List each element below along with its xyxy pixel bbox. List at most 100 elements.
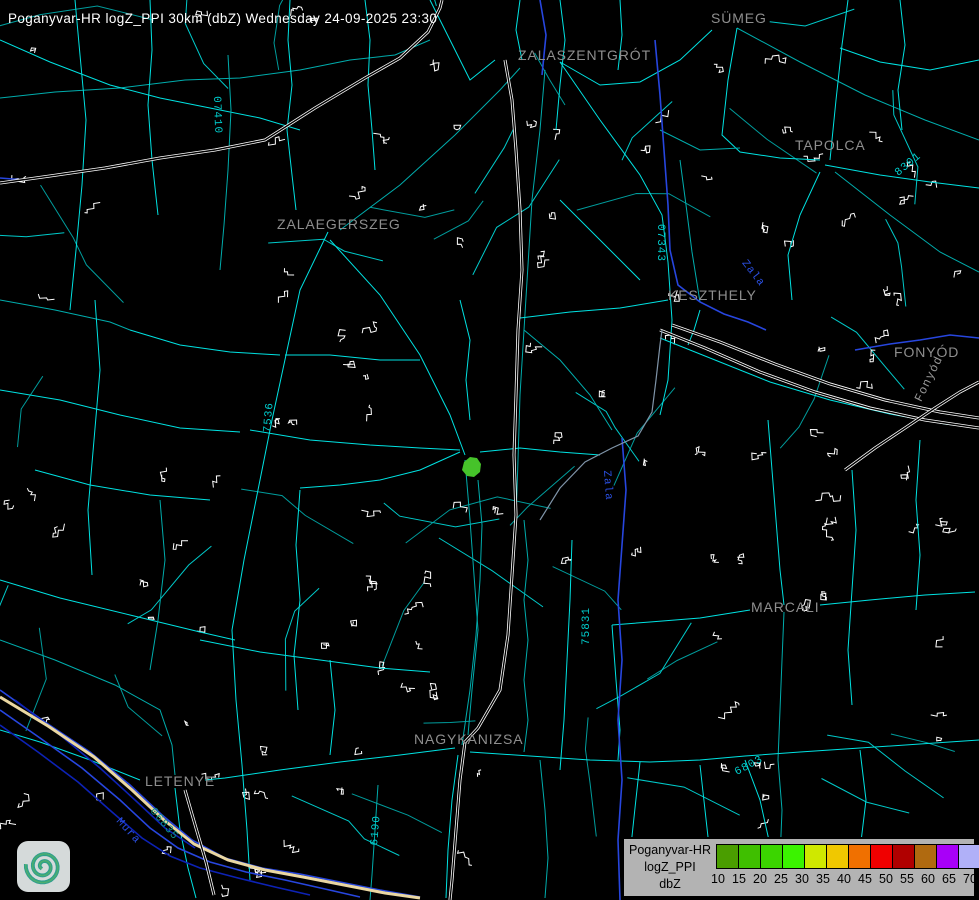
map-line: [27, 488, 35, 501]
map-line: [367, 405, 372, 422]
map-line: [150, 500, 165, 670]
map-line: [269, 137, 286, 145]
map-line: [148, 0, 158, 215]
map-line: [70, 0, 86, 310]
map-line: [454, 125, 461, 130]
map-line: [361, 510, 380, 516]
map-line: [936, 636, 943, 647]
map-line: [284, 840, 299, 853]
map-line: [714, 64, 723, 72]
radar-title: Poganyvar-HR logZ_PPI 30km (dbZ) Wednesd…: [8, 11, 437, 26]
map-line: [524, 520, 528, 752]
map-line: [554, 433, 562, 444]
map-line: [254, 791, 268, 799]
map-line: [641, 146, 650, 153]
legend-panel: Poganyvar-HR logZ_PPI dbZ 10152025303540…: [622, 837, 976, 898]
map-line: [465, 460, 478, 735]
city-label: LETENYE: [145, 773, 215, 789]
map-line: [524, 330, 612, 430]
map-line: [835, 172, 979, 272]
map-line: [680, 160, 700, 302]
legend-tick-label: 45: [858, 872, 872, 886]
map-line: [884, 286, 891, 295]
map-line: [0, 40, 300, 130]
map-line: [173, 541, 188, 550]
map-line: [737, 28, 979, 140]
map-line: [222, 885, 229, 897]
map-line: [931, 713, 947, 717]
legend-unit-label: dbZ: [659, 876, 681, 893]
map-line: [688, 310, 700, 345]
city-label: KESZTHELY: [668, 287, 757, 303]
map-line: [470, 740, 979, 762]
map-line: [632, 547, 641, 556]
map-line: [840, 48, 979, 70]
map-line: [526, 343, 542, 353]
map-line: [0, 820, 16, 829]
map-line: [130, 330, 280, 355]
map-line: [612, 610, 750, 625]
map-line: [848, 470, 856, 705]
map-line: [480, 448, 600, 455]
map-line: [351, 620, 357, 626]
map-line: [711, 555, 719, 563]
map-line: [41, 185, 124, 303]
map-line: [460, 300, 470, 420]
map-line: [289, 420, 297, 425]
legend-color-swatch: [738, 844, 761, 869]
map-line: [954, 271, 961, 278]
map-line: [430, 0, 495, 80]
map-line: [935, 518, 947, 526]
map-line: [647, 642, 717, 679]
map-line: [140, 580, 148, 587]
legend-color-swatch: [870, 844, 893, 869]
map-line: [585, 717, 596, 836]
map-line: [434, 201, 483, 239]
map-line: [765, 55, 786, 64]
map-line: [401, 683, 415, 692]
map-line: [362, 322, 377, 333]
map-line: [321, 643, 329, 649]
map-line: [830, 0, 848, 160]
map-line: [758, 819, 769, 828]
map-line: [18, 376, 43, 447]
map-line: [430, 60, 439, 71]
map-line: [762, 222, 768, 233]
map-line: [869, 132, 882, 142]
road-number-label: 07343: [654, 224, 666, 262]
map-line: [458, 850, 472, 865]
legend-tick-label: 40: [837, 872, 851, 886]
map-line: [343, 361, 355, 367]
map-line: [810, 430, 823, 437]
legend-tick-label: 25: [774, 872, 788, 886]
road-network: [0, 0, 979, 900]
map-line: [540, 760, 548, 898]
map-line: [0, 730, 140, 780]
map-line: [285, 355, 420, 360]
legend-tick-row: 10152025303540455055606570: [718, 872, 972, 888]
map-line: [826, 517, 836, 525]
city-label: FONYÓD: [894, 344, 959, 360]
map-line: [477, 770, 481, 777]
map-line: [382, 582, 424, 666]
legend-tick-label: 20: [753, 872, 767, 886]
map-line: [53, 524, 65, 537]
map-line: [363, 374, 368, 379]
map-line: [475, 126, 515, 193]
map-line: [822, 523, 833, 540]
map-line: [493, 507, 503, 515]
map-line: [213, 476, 221, 488]
map-line: [899, 196, 913, 205]
map-line: [943, 528, 956, 533]
legend-tick-label: 60: [921, 872, 935, 886]
legend-color-swatch: [804, 844, 827, 869]
map-line: [695, 447, 705, 456]
map-line: [614, 388, 675, 486]
map-line: [268, 239, 383, 261]
map-line: [549, 213, 555, 220]
map-line: [818, 347, 825, 352]
map-line: [718, 702, 739, 719]
legend-color-swatch: [782, 844, 805, 869]
map-line: [462, 480, 482, 745]
map-line: [815, 493, 840, 501]
